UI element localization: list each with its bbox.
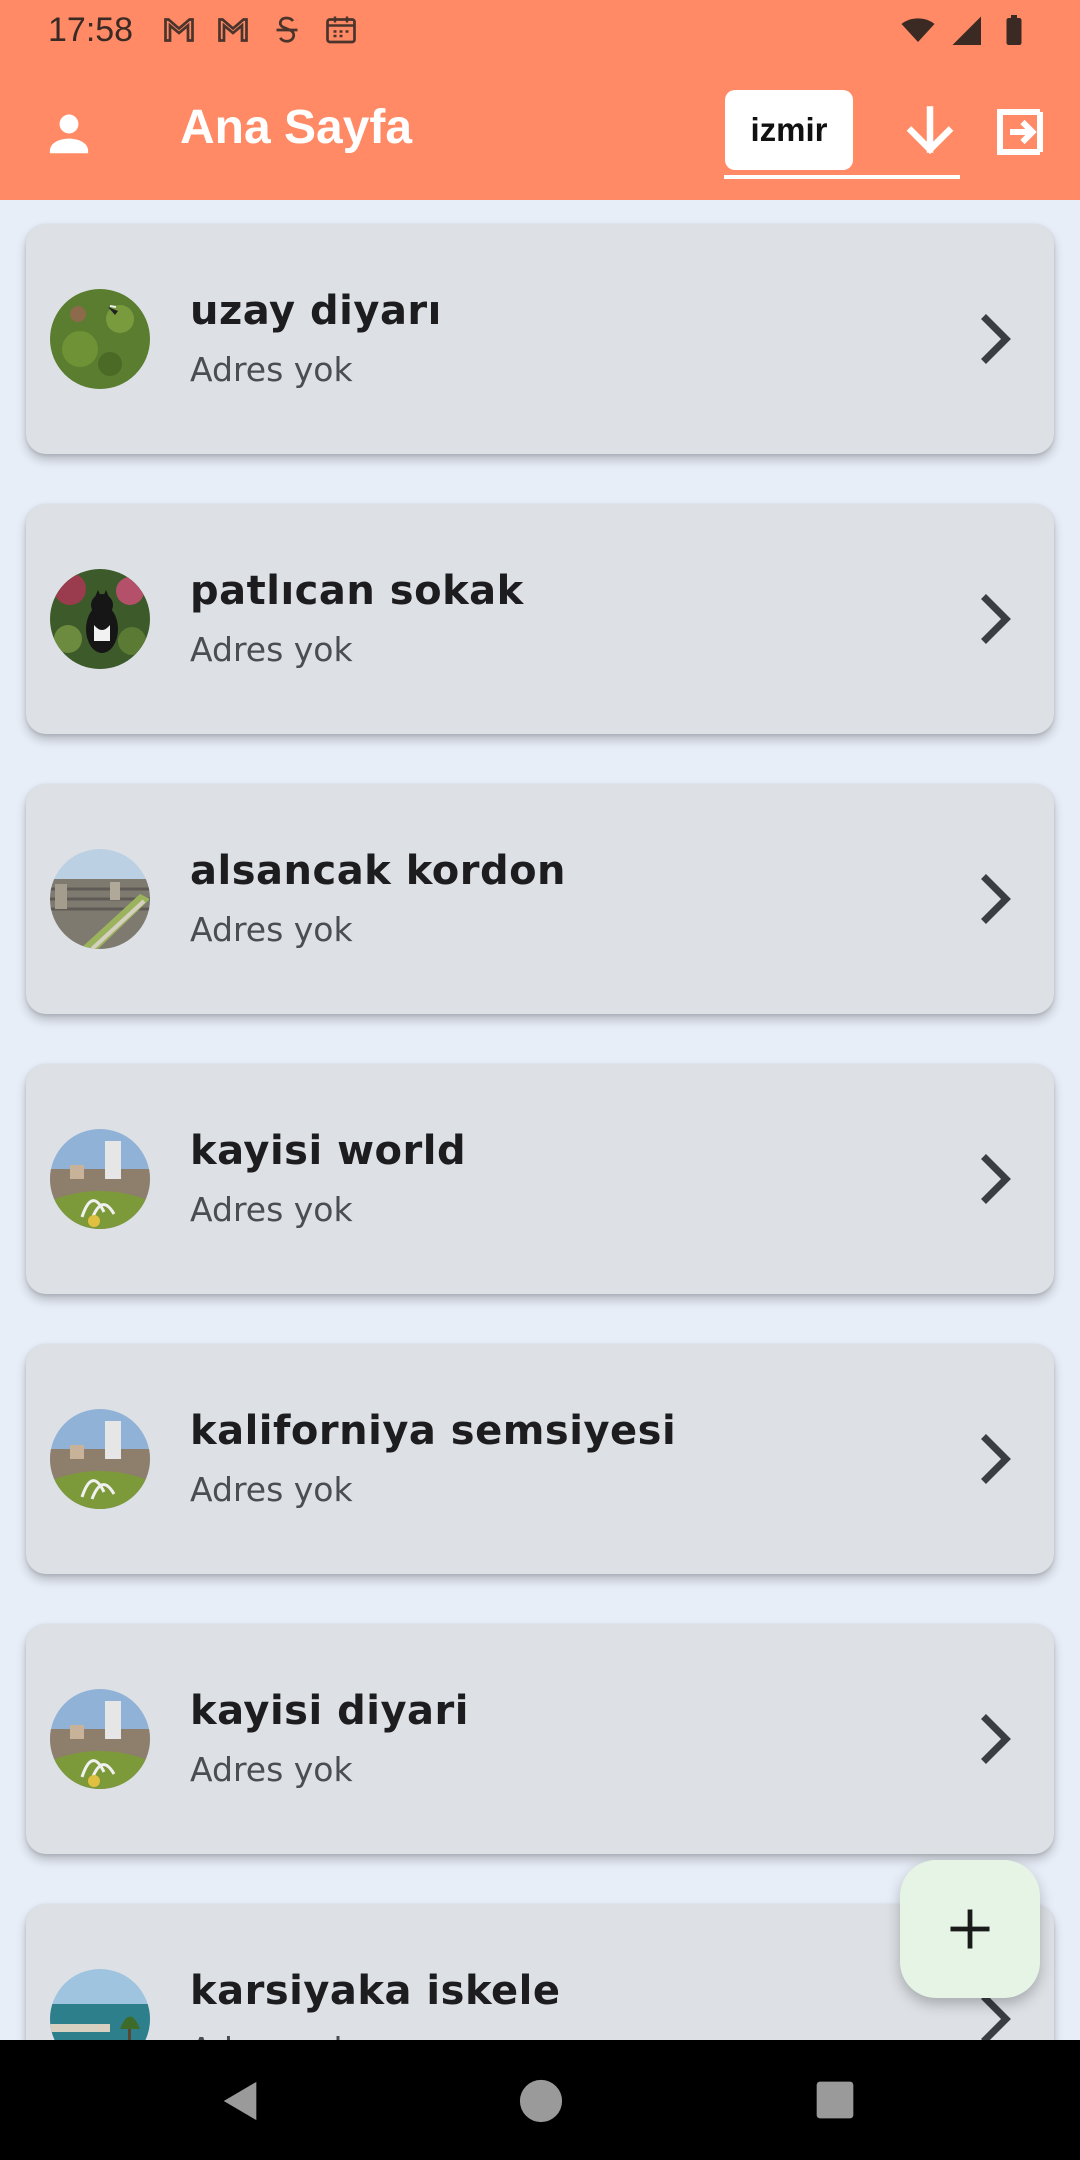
- calendar-icon: [326, 16, 356, 44]
- download-button[interactable]: [900, 102, 960, 162]
- gmail-icon: [164, 18, 194, 42]
- s-app-icon: [276, 16, 298, 43]
- notification-icons: [161, 12, 359, 48]
- place-avatar: [50, 1409, 150, 1509]
- chevron-right-icon: [966, 1144, 1026, 1214]
- list-item[interactable]: kayisi world Adres yok: [26, 1064, 1054, 1294]
- places-list[interactable]: uzay diyarı Adres yok patlıcan sokak Adr…: [0, 200, 1080, 2040]
- place-name: patlıcan sokak: [190, 568, 524, 614]
- chevron-right-icon: [966, 1704, 1026, 1774]
- battery-icon: [1006, 15, 1022, 45]
- place-avatar: [50, 1969, 150, 2040]
- chevron-right-icon: [966, 1424, 1026, 1494]
- place-address: Adres yok: [190, 1190, 353, 1229]
- logout-icon: [997, 109, 1043, 155]
- person-icon: [49, 114, 89, 154]
- place-avatar: [50, 849, 150, 949]
- chevron-right-icon: [966, 304, 1026, 374]
- profile-button[interactable]: [38, 102, 100, 164]
- recents-button[interactable]: [815, 2080, 855, 2120]
- fab-surface[interactable]: [900, 1860, 1040, 1998]
- wifi-icon: [901, 18, 935, 42]
- place-address: Adres yok: [190, 2030, 353, 2040]
- logout-button[interactable]: [990, 102, 1050, 162]
- place-address: Adres yok: [190, 350, 353, 389]
- system-icons: [900, 12, 1032, 48]
- signal-icon: [952, 16, 981, 45]
- back-button[interactable]: [218, 2078, 264, 2124]
- status-bar: 17:58: [0, 0, 1080, 60]
- home-button[interactable]: [518, 2078, 564, 2124]
- system-navigation-bar: [0, 2040, 1080, 2160]
- place-address: Adres yok: [190, 910, 353, 949]
- place-avatar: [50, 289, 150, 389]
- chevron-right-icon: [966, 584, 1026, 654]
- list-item[interactable]: kaliforniya semsiyesi Adres yok: [26, 1344, 1054, 1574]
- page-title: Ana Sayfa: [180, 101, 413, 154]
- app-bar: Ana Sayfa izmir: [0, 62, 1080, 200]
- place-address: Adres yok: [190, 630, 353, 669]
- chevron-right-icon: [966, 864, 1026, 934]
- city-selector[interactable]: izmir: [725, 90, 853, 170]
- add-place-button[interactable]: [900, 1860, 1080, 2000]
- list-item[interactable]: patlıcan sokak Adres yok: [26, 504, 1054, 734]
- list-item[interactable]: uzay diyarı Adres yok: [26, 224, 1054, 454]
- place-avatar: [50, 1689, 150, 1789]
- plus-icon: [950, 1909, 990, 1949]
- place-name: kayisi diyari: [190, 1688, 469, 1734]
- place-address: Adres yok: [190, 1750, 353, 1789]
- place-name: uzay diyarı: [190, 288, 442, 334]
- city-selector-underline: [724, 175, 960, 179]
- place-avatar: [50, 569, 150, 669]
- app-screen: 17:58 Ana Sayfa izmir uzay diyarı Adres …: [0, 0, 1080, 2160]
- back-icon: [223, 2081, 257, 2121]
- top-bar-background: 17:58 Ana Sayfa izmir: [0, 0, 1080, 200]
- status-time: 17:58: [48, 10, 134, 49]
- place-name: kayisi world: [190, 1128, 467, 1174]
- place-name: kaliforniya semsiyesi: [190, 1408, 677, 1454]
- place-address: Adres yok: [190, 1470, 353, 1509]
- list-item[interactable]: alsancak kordon Adres yok: [26, 784, 1054, 1014]
- place-avatar: [50, 1129, 150, 1229]
- gmail-icon: [218, 18, 248, 42]
- home-icon: [519, 2079, 563, 2123]
- recents-icon: [816, 2081, 854, 2119]
- list-item[interactable]: kayisi diyari Adres yok: [26, 1624, 1054, 1854]
- place-name: karsiyaka iskele: [190, 1968, 561, 2014]
- place-name: alsancak kordon: [190, 848, 567, 894]
- arrow-down-icon: [906, 106, 954, 155]
